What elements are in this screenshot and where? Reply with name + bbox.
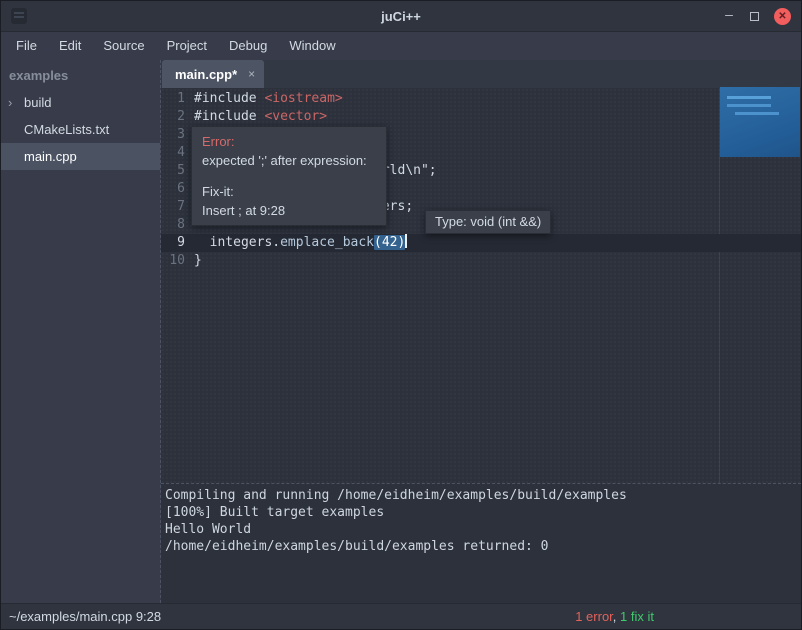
chevron-right-icon[interactable]: › [8,89,12,116]
terminal-line: [100%] Built target examples [165,504,797,521]
code-text: #include <vector> [194,108,801,126]
terminal-output[interactable]: Compiling and running /home/eidheim/exam… [161,483,801,603]
code-token: (42) [374,235,405,250]
menu-item-edit[interactable]: Edit [48,32,92,60]
line-number: 4 [161,144,194,162]
line-number: 3 [161,126,194,144]
type-tooltip: Type: void (int &&) [425,210,551,234]
tab-main-cpp[interactable]: main.cpp* × [162,60,264,88]
menu-item-file[interactable]: File [5,32,48,60]
status-file-position: ~/examples/main.cpp 9:28 [1,609,161,624]
menu-item-window[interactable]: Window [278,32,346,60]
code-text: integers.emplace_back(42) [194,234,801,252]
file-label: build [24,95,51,110]
line-number: 9 [161,234,194,252]
status-error-count: 1 error [575,609,613,624]
terminal-line: Compiling and running /home/eidheim/exam… [165,487,797,504]
editor-line-9[interactable]: 9 integers.emplace_back(42) [161,234,801,252]
status-separator: , [613,609,620,624]
minimize-icon[interactable]: – [723,10,735,22]
status-bar: ~/examples/main.cpp 9:28 1 error, 1 fix … [1,603,801,629]
line-number: 5 [161,162,194,180]
window-title: juCi++ [1,9,801,24]
menu-item-source[interactable]: Source [92,32,155,60]
title-bar[interactable]: juCi++ – ✕ [1,1,801,32]
status-fixit-count: 1 fix it [620,609,654,624]
file-label: main.cpp [24,149,77,164]
menu-bar: FileEditSourceProjectDebugWindow [1,32,801,60]
tab-label: main.cpp* [175,67,237,82]
code-token: <iostream> [264,91,342,106]
preview-thumbnail [720,87,800,157]
terminal-line: Hello World [165,521,797,538]
error-tooltip: Error: expected ';' after expression: Fi… [191,126,387,226]
app-icon [11,8,27,24]
editor-pane: main.cpp* × 1#include <iostream>2#includ… [161,60,801,603]
line-number: 2 [161,108,194,126]
line-number: 10 [161,252,194,270]
line-number: 7 [161,198,194,216]
code-token: integers. [194,235,280,250]
app-window: juCi++ – ✕ FileEditSourceProjectDebugWin… [0,0,802,630]
line-number: 6 [161,180,194,198]
line-number: 1 [161,90,194,108]
editor-line-1[interactable]: 1#include <iostream> [161,90,801,108]
code-token: #include [194,109,264,124]
window-controls: – ✕ [723,8,801,25]
code-token: #include [194,91,264,106]
code-text: #include <iostream> [194,90,801,108]
tab-close-icon[interactable]: × [248,67,255,81]
file-tree-item-main-cpp[interactable]: main.cpp [1,143,160,170]
main-content: examples › build CMakeLists.txt main.cpp ma… [1,60,801,603]
file-tree-item-cmakelists-txt[interactable]: CMakeLists.txt [1,116,160,143]
tooltip-spacer [202,170,376,182]
file-tree-item-build[interactable]: › build [1,89,160,116]
maximize-icon[interactable] [750,12,759,21]
text-caret [405,234,407,248]
menu-item-debug[interactable]: Debug [218,32,278,60]
file-sidebar: examples › build CMakeLists.txt main.cpp [1,60,161,603]
close-icon[interactable]: ✕ [774,8,791,25]
project-name-header: examples [1,60,160,89]
editor-line-2[interactable]: 2#include <vector> [161,108,801,126]
menu-item-project[interactable]: Project [156,32,218,60]
code-token: <vector> [264,109,327,124]
code-token: } [194,253,202,268]
file-label: CMakeLists.txt [24,122,109,137]
tab-bar: main.cpp* × [161,60,801,88]
file-tree: › build CMakeLists.txt main.cpp [1,89,160,170]
fixit-text: Insert ; at 9:28 [202,201,376,220]
line-number: 8 [161,216,194,234]
editor-line-10[interactable]: 10} [161,252,801,270]
fixit-title: Fix-it: [202,182,376,201]
status-diagnostics: 1 error, 1 fix it [575,609,654,624]
terminal-line: /home/eidheim/examples/build/examples re… [165,538,797,555]
code-token: emplace_back [280,235,374,250]
error-tooltip-title: Error: [202,132,376,151]
error-tooltip-message: expected ';' after expression: [202,151,376,170]
code-text: } [194,252,801,270]
